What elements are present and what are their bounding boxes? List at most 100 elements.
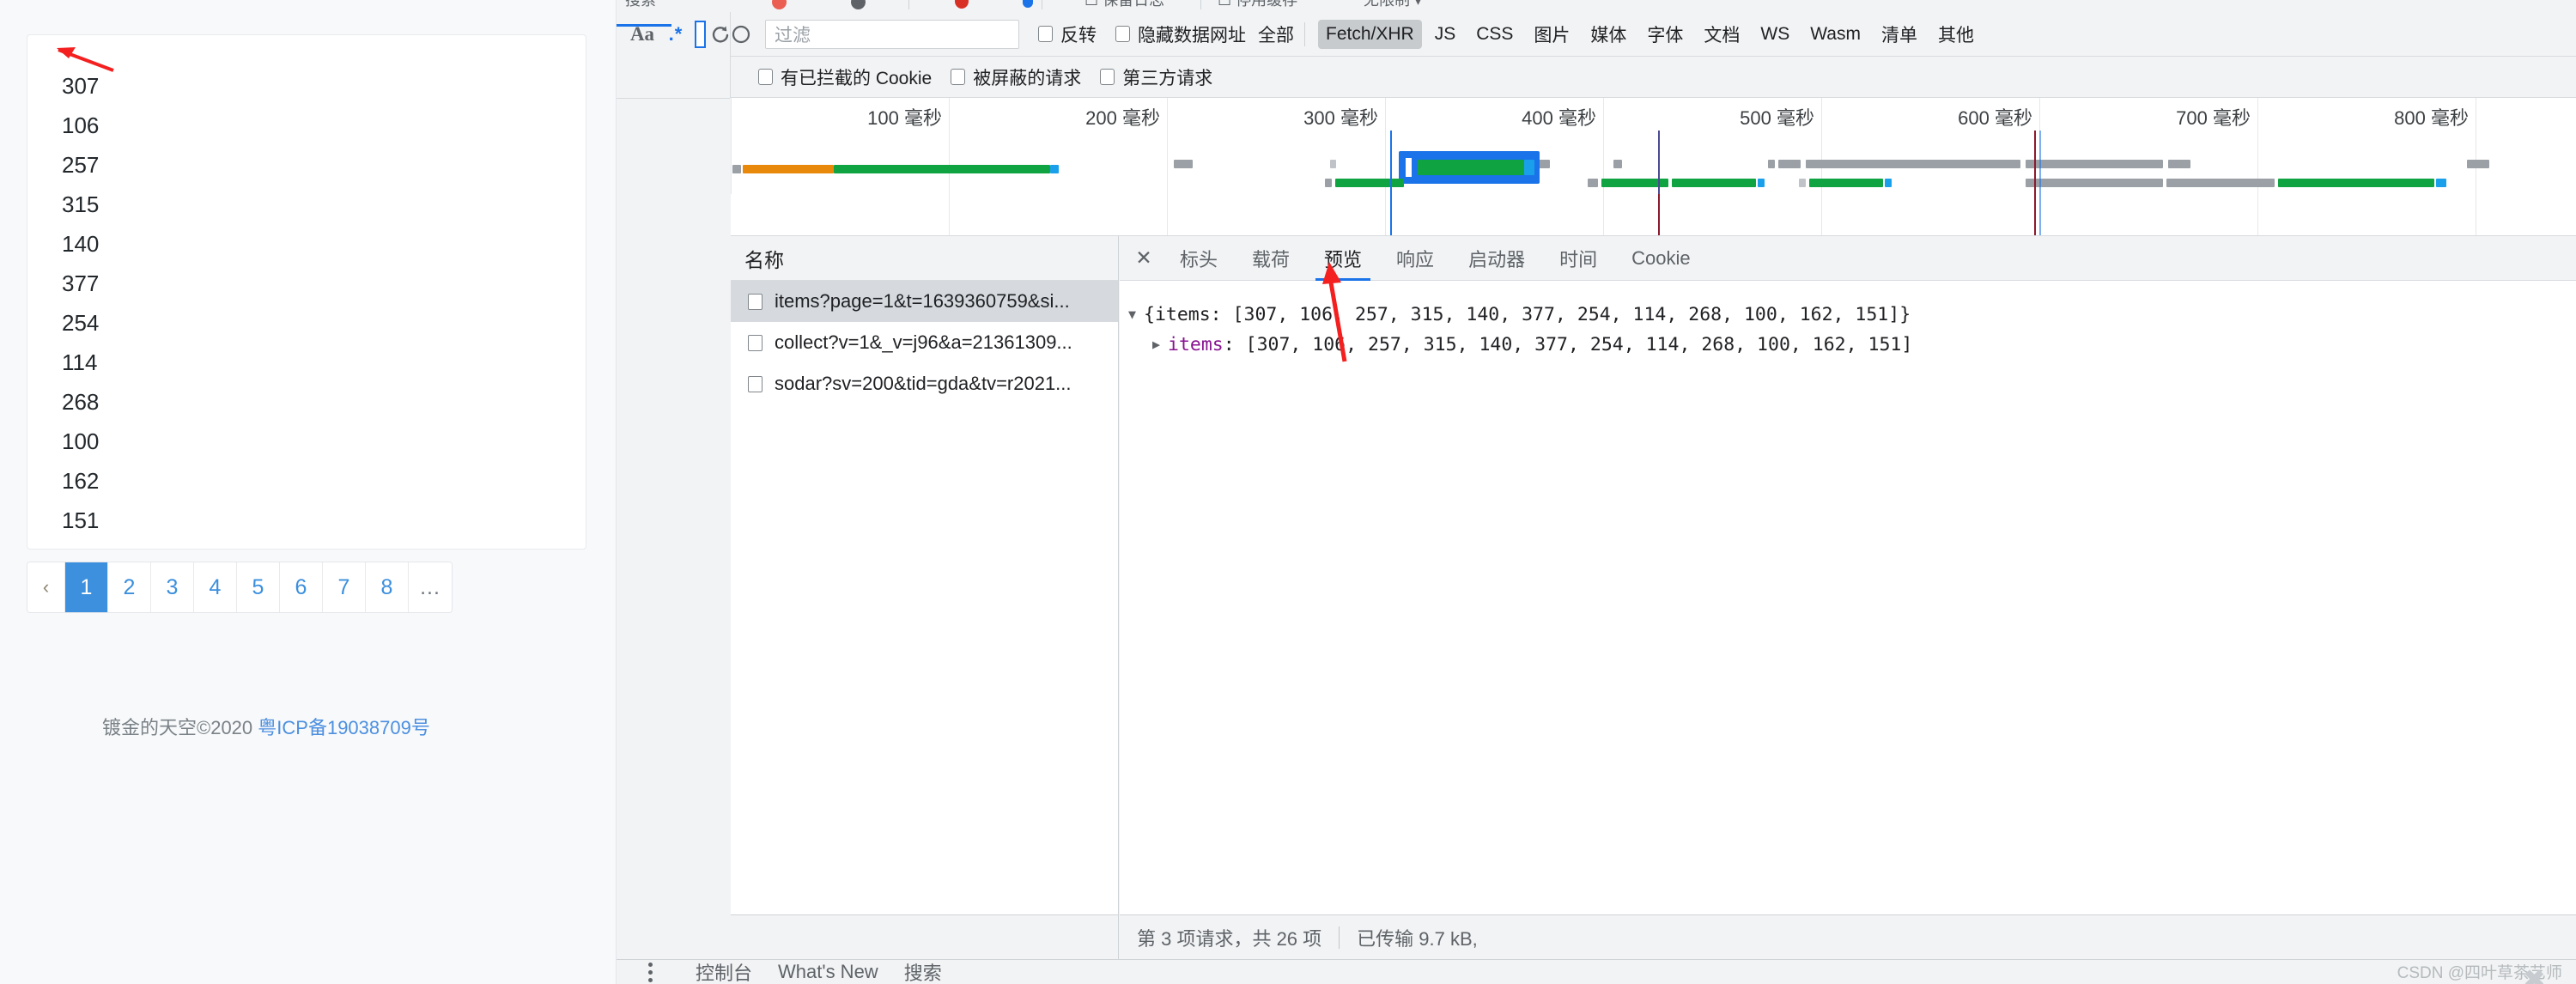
pagination-page-8[interactable]: 8 [366, 562, 409, 612]
tab-cookies[interactable]: Cookie [1614, 236, 1707, 281]
blocked-requests-label: 被屏蔽的请求 [973, 68, 1082, 88]
filter-type-all[interactable]: 全部 [1258, 21, 1294, 47]
timeline-tick-label: 600 毫秒 [1958, 107, 2032, 129]
network-overview-band[interactable] [731, 194, 2576, 236]
devtools-pane: ☐ 保留日志 ☐ 停用缓存 无限制 ▾ 搜索 Aa .* 过滤 反转 隐藏数据网… [617, 0, 2576, 984]
timeline-gridline [1385, 194, 1386, 235]
blocked-requests-checkbox-row[interactable]: 被屏蔽的请求 [951, 64, 1081, 90]
timeline-tick-label: 400 毫秒 [1522, 107, 1596, 129]
record-active-icon[interactable] [955, 0, 969, 9]
caret-button[interactable] [690, 12, 709, 57]
waterfall-bar-end [2436, 179, 2446, 187]
waterfall-bar-end [1050, 165, 1059, 173]
use-regex-button[interactable]: .* [661, 12, 690, 57]
expand-triangle-icon[interactable]: ▶ [1152, 330, 1168, 360]
hide-data-urls-label: 隐藏数据网址 [1138, 25, 1246, 46]
close-detail-button[interactable]: ✕ [1125, 246, 1163, 270]
waterfall-bar-pending [1768, 160, 1775, 168]
filter-input[interactable]: 过滤 [765, 19, 1019, 49]
drawer-tab-search[interactable]: 搜索 [904, 960, 942, 984]
record-icon[interactable] [772, 0, 787, 9]
tab-response[interactable]: 响应 [1379, 236, 1451, 281]
blocked-requests-checkbox[interactable] [951, 69, 966, 85]
hide-data-urls-checkbox[interactable] [1115, 26, 1130, 42]
waterfall-bar-pending [2467, 160, 2489, 168]
pagination-page-1[interactable]: 1 [65, 562, 108, 612]
request-row[interactable]: items?page=1&t=1639360759&si... [731, 281, 1118, 322]
invert-checkbox[interactable] [1038, 26, 1053, 42]
request-list-column-header[interactable]: 名称 [731, 236, 1118, 281]
load-event-line [1658, 131, 1660, 194]
clear-icon[interactable] [851, 0, 866, 9]
load-event-line [1658, 194, 1660, 235]
pagination-page-7[interactable]: 7 [323, 562, 366, 612]
pagination-prev[interactable]: ‹ [27, 562, 65, 612]
request-row[interactable]: collect?v=1&_v=j96&a=21361309... [731, 322, 1118, 363]
third-party-checkbox[interactable] [1100, 69, 1115, 85]
search-pane-toolbar: Aa .* [617, 12, 730, 58]
filter-type-media[interactable]: 媒体 [1583, 17, 1634, 52]
blocked-cookies-checkbox-row[interactable]: 有已拦截的 Cookie [758, 64, 932, 90]
waterfall-bar-pending [2166, 179, 2275, 187]
timeline-tick-label: 100 毫秒 [867, 107, 942, 129]
filter-funnel-icon[interactable] [1023, 0, 1033, 8]
drawer-tab-whats-new[interactable]: What's New [778, 961, 878, 983]
tab-headers[interactable]: 标头 [1163, 236, 1235, 281]
pagination-page-2[interactable]: 2 [108, 562, 151, 612]
more-options-button[interactable] [630, 962, 670, 982]
text-caret-icon [694, 21, 706, 48]
waterfall-bar-download [2278, 179, 2434, 187]
drawer-tab-console[interactable]: 控制台 [696, 960, 752, 984]
filter-type-font[interactable]: 字体 [1639, 17, 1691, 52]
kebab-dot-icon [647, 977, 653, 982]
match-case-button[interactable]: Aa [623, 12, 661, 57]
items-list: 307 106 257 315 140 377 254 114 268 100 … [27, 35, 586, 540]
request-row-checkbox[interactable] [748, 293, 762, 310]
waterfall-bar-pending [1799, 179, 1806, 187]
footer-copyright: 镀金的天空©2020 [102, 717, 253, 738]
filter-type-doc[interactable]: 文档 [1696, 17, 1747, 52]
hide-data-urls-checkbox-row[interactable]: 隐藏数据网址 [1115, 21, 1246, 47]
waterfall-bar-download [1809, 179, 1883, 187]
load-event-line [2034, 131, 2036, 194]
request-row-checkbox[interactable] [748, 334, 762, 351]
list-item: 162 [62, 468, 100, 494]
network-overview-timeline[interactable]: 100 毫秒 200 毫秒 300 毫秒 400 毫秒 500 毫秒 600 毫… [731, 98, 2576, 195]
waterfall-bar-end [1885, 179, 1892, 187]
waterfall-bar-download [1672, 179, 1756, 187]
waterfall-bar-pending [1806, 160, 2020, 168]
pagination-page-5[interactable]: 5 [237, 562, 280, 612]
pagination-page-6[interactable]: 6 [280, 562, 323, 612]
network-filter-toolbar: 过滤 反转 隐藏数据网址 全部 Fetch/XHR JS CSS 图片 媒体 字… [730, 12, 2576, 57]
pagination-page-3[interactable]: 3 [151, 562, 194, 612]
kebab-dot-icon [647, 962, 653, 967]
filter-type-other[interactable]: 其他 [1930, 17, 1982, 52]
tab-timing[interactable]: 时间 [1542, 236, 1614, 281]
filter-type-ws[interactable]: WS [1753, 20, 1797, 49]
waterfall-bar-pending [1588, 179, 1598, 187]
request-row[interactable]: sodar?sv=200&tid=gda&tv=r2021... [731, 363, 1118, 404]
request-row-checkbox[interactable] [748, 375, 762, 392]
pagination-ellipsis[interactable]: ... [409, 562, 452, 612]
filter-type-wasm[interactable]: Wasm [1802, 20, 1868, 49]
collapse-triangle-icon[interactable]: ▼ [1128, 300, 1144, 330]
tab-payload[interactable]: 载荷 [1235, 236, 1307, 281]
invert-checkbox-row[interactable]: 反转 [1038, 21, 1097, 47]
dom-content-loaded-line [1390, 194, 1392, 235]
filter-type-js[interactable]: JS [1427, 20, 1464, 49]
clear-icon [732, 25, 750, 43]
pagination[interactable]: ‹ 1 2 3 4 5 6 7 8 ... [27, 562, 453, 613]
pagination-page-4[interactable]: 4 [194, 562, 237, 612]
waterfall-bar-pending [1538, 160, 1550, 168]
footer-icp-link[interactable]: 粤ICP备19038709号 [258, 717, 430, 738]
clear-circle-button[interactable] [731, 24, 751, 45]
third-party-checkbox-row[interactable]: 第三方请求 [1100, 64, 1212, 90]
filter-type-fetch-xhr[interactable]: Fetch/XHR [1318, 19, 1422, 49]
filter-type-img[interactable]: 图片 [1526, 17, 1577, 52]
tab-initiator[interactable]: 启动器 [1451, 236, 1542, 281]
blocked-cookies-checkbox[interactable] [758, 69, 773, 85]
filter-type-manifest[interactable]: 清单 [1874, 17, 1925, 52]
third-party-label: 第三方请求 [1122, 68, 1213, 88]
filter-type-css[interactable]: CSS [1468, 20, 1521, 49]
watermark-x-icon: ✖ [2523, 966, 2545, 984]
